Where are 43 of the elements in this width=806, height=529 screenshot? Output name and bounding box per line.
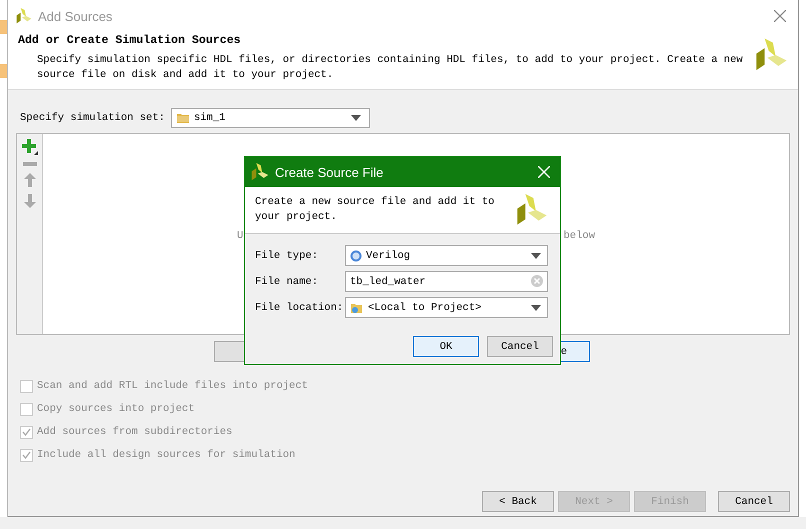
plus-icon [22,139,38,155]
option-label: Include all design sources for simulation [37,449,296,461]
folder-icon [176,112,190,124]
up-arrow-icon [24,173,36,187]
move-up-button[interactable] [24,173,36,187]
field-label: File location: [255,302,344,314]
close-icon [774,10,786,22]
clear-icon[interactable] [531,275,543,287]
caret-icon [531,252,541,258]
down-arrow-icon [24,194,36,208]
logo-icon [16,8,32,24]
dialog-title: Create Source File [275,164,384,180]
file-name-field[interactable]: tb_led_water [345,271,548,292]
option-label: Scan and add RTL include files into project [37,380,308,392]
simulation-set-label: Specify simulation set: [20,112,165,124]
page-description: Specify simulation specific HDL files, or directories containing HDL files, to add to your project. Create a new source file on disk and add it to your project. [37,53,744,83]
option-label: Copy sources into project [37,403,195,415]
remove-button[interactable] [22,162,36,166]
caret-icon [531,304,541,310]
footer-button[interactable]: Cancel [718,491,790,512]
move-down-button[interactable] [24,194,36,208]
add-button[interactable] [22,139,38,155]
hint-text: U [237,230,244,242]
minus-icon [22,162,36,166]
dialog-description: Create a new source file and add it to your project. [255,195,496,225]
dialog-button[interactable]: OK [413,336,479,357]
simulation-set-dropdown[interactable]: sim_1 [170,108,370,128]
folder-icon [350,302,364,314]
dialog-button[interactable]: Cancel [487,336,553,357]
caret-icon [350,115,361,121]
logo-icon [516,194,548,226]
logo-icon [251,163,269,181]
file-type-dropdown[interactable]: Verilog [345,245,548,266]
page-heading: Add or Create Simulation Sources [18,34,242,47]
field-label: File name: [255,276,320,288]
file-location-dropdown[interactable]: <Local to Project> [345,297,548,318]
hint-text: below [563,230,595,242]
window-title: Add Sources [38,8,114,24]
field-label: File type: [255,250,320,262]
footer-button[interactable]: < Back [482,491,554,512]
verilog-file-icon [350,250,362,262]
close-icon [538,166,550,178]
option-label: Add sources from subdirectories [37,426,232,438]
